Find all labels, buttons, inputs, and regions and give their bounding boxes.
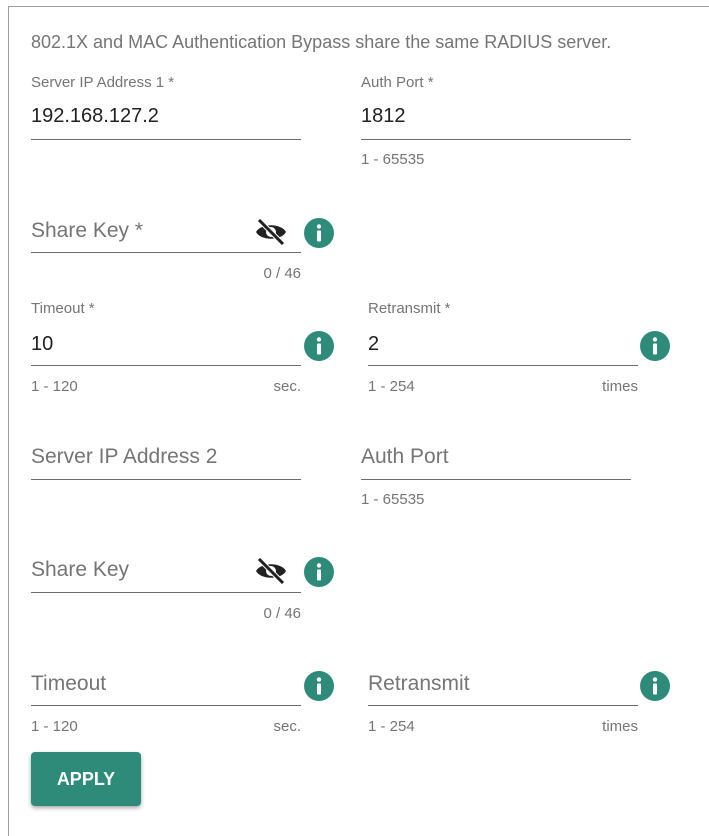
server2-sharekey-input[interactable]: Share Key [31, 558, 129, 582]
server1-timeout-underline [31, 365, 301, 366]
panel-border [8, 6, 709, 836]
server1-retransmit-label: Retransmit * [368, 300, 451, 317]
server1-sharekey-underline [31, 252, 301, 253]
server2-timeout-input[interactable]: Timeout [31, 672, 106, 696]
server1-port-hint: 1 - 65535 [361, 151, 425, 168]
server1-timeout-input[interactable]: 10 [31, 333, 53, 356]
server1-ip-input[interactable]: 192.168.127.2 [31, 105, 159, 128]
server2-timeout-unit: sec. [273, 718, 301, 735]
server2-retransmit-hint: 1 - 254 [368, 718, 415, 735]
server1-retransmit-input[interactable]: 2 [368, 333, 379, 356]
server1-ip-underline [31, 139, 301, 140]
server1-sharekey-counter: 0 / 46 [263, 265, 301, 282]
server1-timeout-hint: 1 - 120 [31, 378, 78, 395]
apply-button[interactable]: APPLY [31, 752, 141, 806]
server2-port-hint: 1 - 65535 [361, 491, 425, 508]
info-icon[interactable] [640, 331, 670, 361]
visibility-off-icon[interactable] [254, 218, 288, 246]
server1-retransmit-hint: 1 - 254 [368, 378, 415, 395]
server2-ip-input[interactable]: Server IP Address 2 [31, 445, 217, 469]
info-icon[interactable] [304, 671, 334, 701]
notice-text: 802.1X and MAC Authentication Bypass sha… [31, 32, 612, 52]
server2-retransmit-underline [368, 705, 638, 706]
server1-port-input[interactable]: 1812 [361, 105, 406, 128]
server1-timeout-label: Timeout * [31, 300, 95, 317]
server2-retransmit-input[interactable]: Retransmit [368, 672, 470, 696]
info-icon[interactable] [304, 331, 334, 361]
server2-port-input[interactable]: Auth Port [361, 445, 449, 469]
server1-sharekey-input[interactable]: Share Key * [31, 219, 143, 243]
server1-port-underline [361, 139, 631, 140]
server1-port-label: Auth Port * [361, 74, 434, 91]
server2-timeout-hint: 1 - 120 [31, 718, 78, 735]
info-icon[interactable] [304, 557, 334, 587]
server2-port-underline [361, 479, 631, 480]
server1-ip-label: Server IP Address 1 * [31, 74, 175, 91]
server2-ip-underline [31, 479, 301, 480]
server1-retransmit-underline [368, 365, 638, 366]
info-icon[interactable] [640, 671, 670, 701]
info-icon[interactable] [304, 218, 334, 248]
visibility-off-icon[interactable] [254, 557, 288, 585]
server1-timeout-unit: sec. [273, 378, 301, 395]
server1-retransmit-unit: times [602, 378, 638, 395]
server2-retransmit-unit: times [602, 718, 638, 735]
server2-sharekey-counter: 0 / 46 [263, 605, 301, 622]
server2-sharekey-underline [31, 592, 301, 593]
server2-timeout-underline [31, 705, 301, 706]
